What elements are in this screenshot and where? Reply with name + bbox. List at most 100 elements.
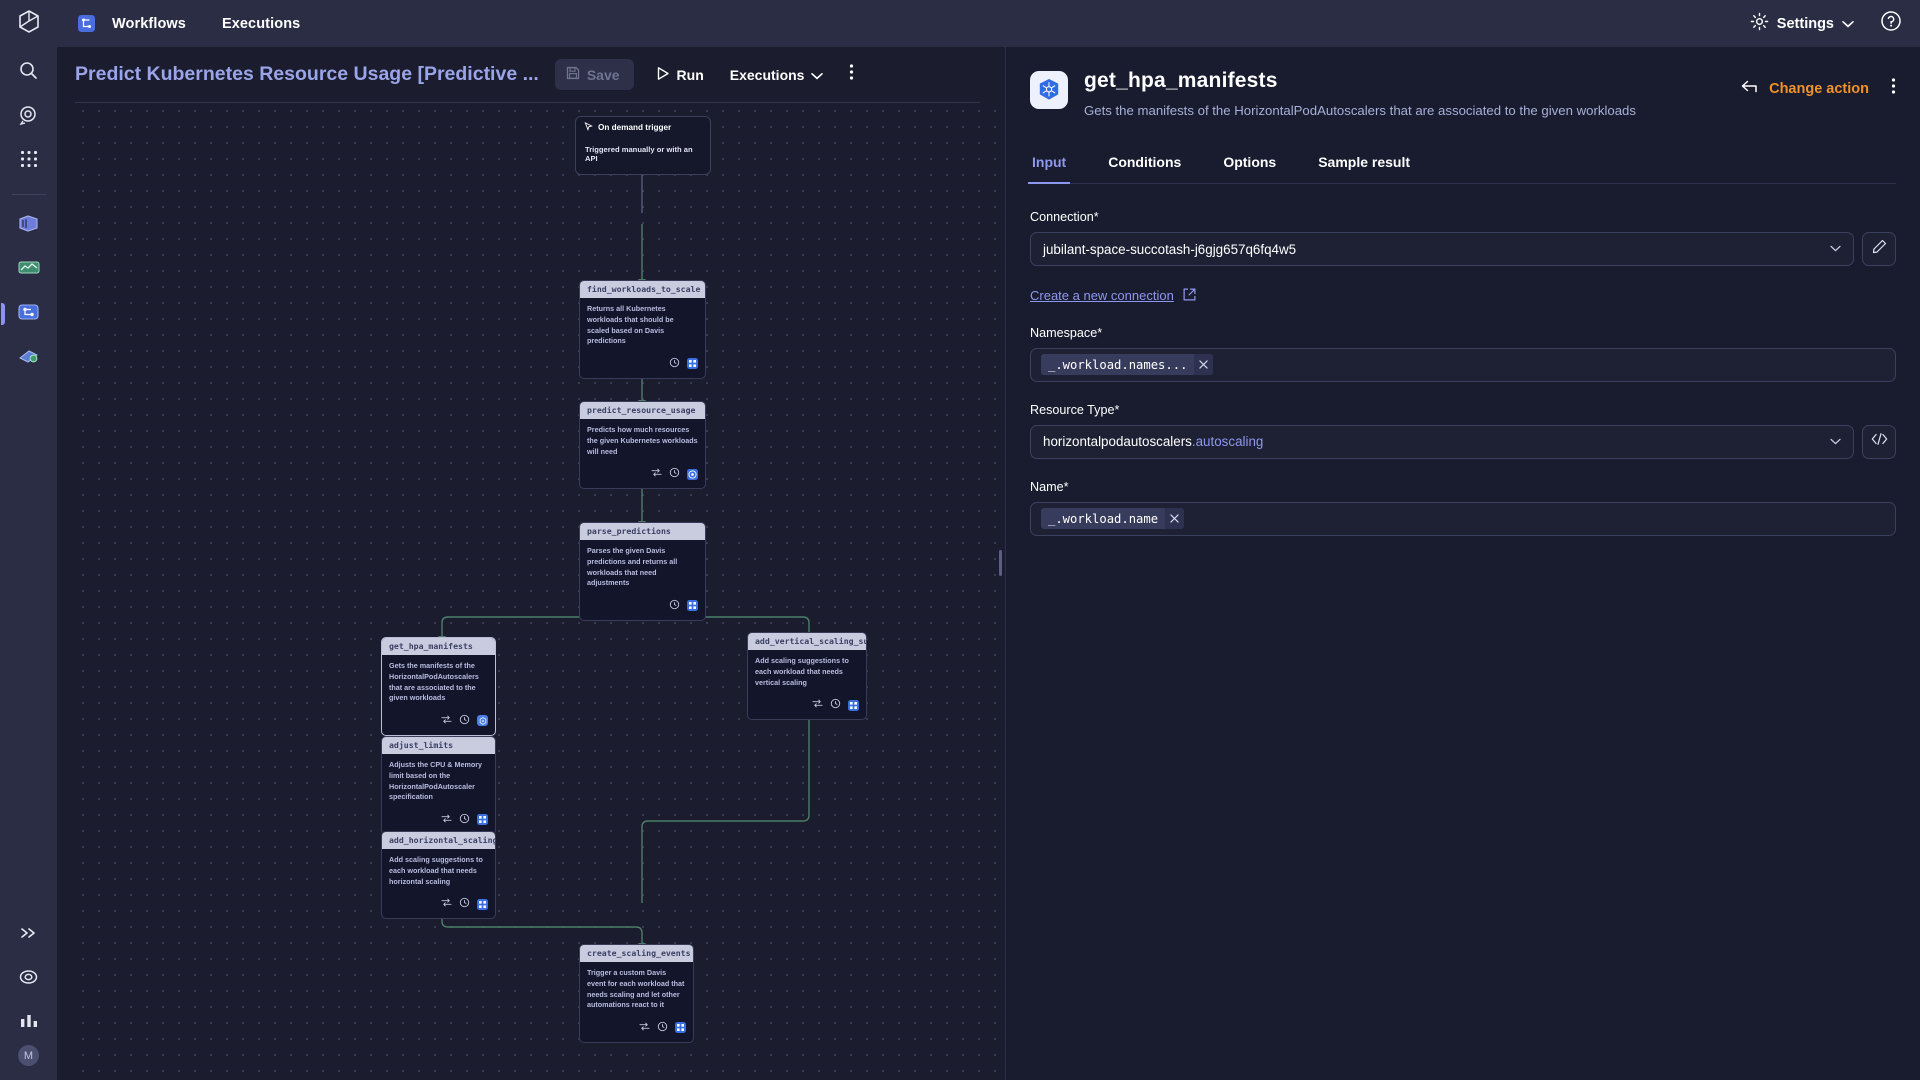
clock-icon[interactable] xyxy=(459,895,470,913)
grid-badge-icon[interactable] xyxy=(848,699,859,711)
workflows-app-icon xyxy=(77,14,96,33)
name-chip[interactable]: _.workload.name xyxy=(1041,508,1185,530)
node-add-horizontal-scaling-suggestions[interactable]: add_horizontal_scaling_suggestions Add s… xyxy=(381,831,496,920)
loop-icon[interactable] xyxy=(639,1019,650,1037)
change-action-button[interactable]: Change action xyxy=(1741,80,1869,97)
clock-icon[interactable] xyxy=(669,597,680,615)
close-x-icon[interactable] xyxy=(1165,508,1185,530)
node-parse-predictions[interactable]: parse_predictions Parses the given Davis… xyxy=(579,522,706,621)
search-icon xyxy=(19,61,38,85)
pencil-icon xyxy=(1872,239,1887,259)
grid-badge-icon[interactable] xyxy=(477,898,488,910)
close-x-icon[interactable] xyxy=(1194,354,1214,376)
name-input[interactable]: _.workload.name xyxy=(1030,501,1896,536)
node-create-scaling-events[interactable]: create_scaling_events Trigger a custom D… xyxy=(579,944,694,1043)
workflow-canvas-pane: Predict Kubernetes Resource Usage [Predi… xyxy=(57,47,1002,1080)
chevron-down-icon xyxy=(1830,436,1841,448)
node-title: create_scaling_events xyxy=(580,945,693,963)
run-label: Run xyxy=(676,66,704,83)
loop-icon[interactable] xyxy=(441,895,452,913)
tab-sample-result[interactable]: Sample result xyxy=(1316,144,1412,183)
panel-actions: Change action xyxy=(1741,77,1896,100)
tab-input[interactable]: Input xyxy=(1027,144,1071,185)
nav-workflows[interactable]: Workflows xyxy=(112,16,186,32)
node-description: Returns all Kubernetes workloads that sh… xyxy=(587,304,674,346)
apps-grid-icon xyxy=(20,150,38,173)
node-title: adjust_limits xyxy=(382,737,495,755)
settings-label: Settings xyxy=(1776,15,1834,32)
node-title: get_hpa_manifests xyxy=(382,638,495,656)
node-footer xyxy=(580,594,705,620)
node-description: Trigger a custom Davis event for each wo… xyxy=(587,968,685,1010)
clock-icon[interactable] xyxy=(459,811,470,829)
node-description: Add scaling suggestions to each workload… xyxy=(389,855,483,886)
namespace-chip[interactable]: _.workload.names... xyxy=(1041,354,1214,376)
back-arrow-icon xyxy=(1741,80,1759,97)
loop-icon[interactable] xyxy=(441,811,452,829)
cube-logo-icon[interactable] xyxy=(18,10,40,39)
run-button[interactable]: Run xyxy=(656,66,704,84)
help-circle-icon[interactable] xyxy=(1880,10,1902,37)
loop-icon[interactable] xyxy=(812,696,823,714)
node-body: Parses the given Davis predictions and r… xyxy=(580,540,705,592)
avatar[interactable]: M xyxy=(18,1045,39,1066)
node-body: Trigger a custom Davis event for each wo… xyxy=(580,962,693,1014)
create-new-connection-link[interactable]: Create a new connection xyxy=(1030,288,1196,304)
node-footer xyxy=(580,352,705,378)
connection-select[interactable]: jubilant-space-succotash-j6gjg657q6fq4w5 xyxy=(1030,232,1854,267)
edit-connection-button[interactable] xyxy=(1862,232,1896,267)
chevron-down-icon xyxy=(1830,243,1841,255)
namespace-input[interactable]: _.workload.names... xyxy=(1030,347,1896,382)
node-description: Parses the given Davis predictions and r… xyxy=(587,546,678,588)
grid-badge-icon[interactable] xyxy=(687,358,698,370)
resource-type-value: horizontalpodautoscalers xyxy=(1043,434,1192,450)
resource-type-code-button[interactable] xyxy=(1862,424,1896,459)
clock-icon[interactable] xyxy=(459,712,470,730)
grid-badge-icon[interactable] xyxy=(675,1022,686,1034)
davis-badge-icon[interactable] xyxy=(687,468,698,480)
clock-icon[interactable] xyxy=(669,355,680,373)
sidebar-expand-button[interactable] xyxy=(9,915,49,955)
davis-ai-icon xyxy=(18,105,39,130)
save-button[interactable]: Save xyxy=(554,59,634,90)
workflow-more-menu[interactable] xyxy=(849,63,854,86)
sidebar-item-settings[interactable] xyxy=(9,959,49,999)
panel-more-menu[interactable] xyxy=(1891,77,1896,100)
sidebar-item-analytics[interactable] xyxy=(9,1003,49,1043)
node-title: add_horizontal_scaling_suggestions xyxy=(382,832,495,850)
resource-type-select[interactable]: horizontalpodautoscalers .autoscaling xyxy=(1030,424,1854,459)
sidebar-item-dashboards[interactable] xyxy=(9,250,49,290)
tab-options[interactable]: Options xyxy=(1221,144,1278,183)
k8s-badge-icon[interactable] xyxy=(477,715,488,727)
tab-conditions[interactable]: Conditions xyxy=(1106,144,1183,183)
panel-header: get_hpa_manifests Gets the manifests of … xyxy=(1006,47,1920,120)
node-title: add_vertical_scaling_suggestions xyxy=(748,633,866,651)
workflow-graph-canvas[interactable]: On demand trigger Triggered manually or … xyxy=(75,103,1002,1080)
sidebar-item-search[interactable] xyxy=(9,53,49,93)
node-find-workloads-to-scale[interactable]: find_workloads_to_scale Returns all Kube… xyxy=(579,280,706,379)
page-title: Predict Kubernetes Resource Usage [Predi… xyxy=(75,63,539,85)
pane-resize-handle[interactable] xyxy=(999,550,1002,576)
node-body: Add scaling suggestions to each workload… xyxy=(382,849,495,890)
clock-icon[interactable] xyxy=(657,1019,668,1037)
sidebar-item-automations[interactable] xyxy=(9,338,49,378)
executions-dropdown[interactable]: Executions xyxy=(730,67,824,83)
grid-badge-icon[interactable] xyxy=(687,600,698,612)
loop-icon[interactable] xyxy=(651,465,662,483)
settings-button[interactable]: Settings xyxy=(1750,12,1854,36)
clock-icon[interactable] xyxy=(830,696,841,714)
trigger-node[interactable]: On demand trigger Triggered manually or … xyxy=(575,116,711,175)
grid-badge-icon[interactable] xyxy=(477,814,488,826)
sidebar-item-apps[interactable] xyxy=(9,141,49,181)
node-predict-resource-usage[interactable]: predict_resource_usage Predicts how much… xyxy=(579,401,706,490)
clock-icon[interactable] xyxy=(669,465,680,483)
node-add-vertical-scaling-suggestions[interactable]: add_vertical_scaling_suggestions Add sca… xyxy=(747,632,867,721)
node-adjust-limits[interactable]: adjust_limits Adjusts the CPU & Memory l… xyxy=(381,736,496,835)
node-get-hpa-manifests[interactable]: get_hpa_manifests Gets the manifests of … xyxy=(381,637,496,736)
sidebar-item-data[interactable] xyxy=(9,206,49,246)
sidebar-item-workflows[interactable] xyxy=(0,294,49,334)
workflow-header: Predict Kubernetes Resource Usage [Predi… xyxy=(57,47,1002,102)
sidebar-item-davis[interactable] xyxy=(9,97,49,137)
nav-executions[interactable]: Executions xyxy=(222,16,300,32)
loop-icon[interactable] xyxy=(441,712,452,730)
